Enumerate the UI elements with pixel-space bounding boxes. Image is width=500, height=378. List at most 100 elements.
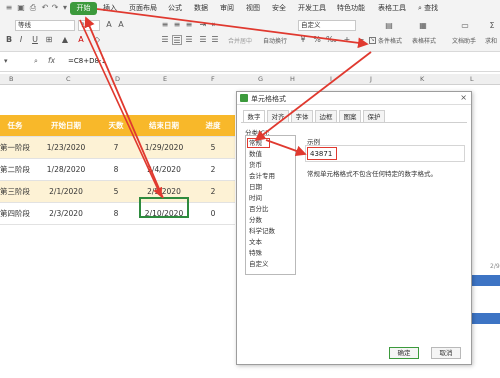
align-bottom-icon[interactable]: ≡ — [184, 20, 194, 30]
align-left-icon[interactable]: ☰ — [160, 35, 170, 45]
bold-icon[interactable]: B — [4, 35, 14, 45]
fx-label[interactable]: fx — [48, 56, 55, 65]
cell-task[interactable]: 第四阶段 — [0, 203, 30, 225]
decrease-decimal-icon[interactable]: − — [356, 35, 366, 45]
format-dialog-launcher-icon[interactable]: ↘ — [369, 37, 376, 44]
cell-task[interactable]: 第三阶段 — [0, 181, 30, 203]
doc-assistant-button[interactable]: 文档助手 — [452, 38, 476, 46]
col-header-g[interactable]: G — [258, 75, 263, 84]
italic-icon[interactable]: I — [16, 35, 26, 45]
category-number[interactable]: 数值 — [249, 150, 262, 159]
category-currency[interactable]: 货币 — [249, 161, 262, 170]
align-top-icon[interactable]: ≡ — [160, 20, 170, 30]
tab-review[interactable]: 审阅 — [220, 3, 234, 13]
chart-bar[interactable] — [472, 275, 500, 286]
currency-icon[interactable]: ¥ — [298, 35, 308, 45]
percent-icon[interactable]: % — [312, 35, 322, 45]
cell-task[interactable]: 第一阶段 — [0, 137, 30, 159]
cell-start-date[interactable]: 1/28/2020 — [36, 159, 96, 181]
col-header-d[interactable]: D — [115, 75, 120, 84]
header-days[interactable]: 天数 — [96, 115, 136, 137]
indent-icon[interactable]: ⇥ — [198, 20, 208, 30]
col-header-j[interactable]: J — [370, 75, 372, 84]
thousands-icon[interactable]: ‰ — [326, 35, 337, 45]
print-icon[interactable]: ⎙ — [28, 3, 38, 13]
tab-developer[interactable]: 开发工具 — [298, 3, 326, 13]
increase-decimal-icon[interactable]: + — [342, 35, 352, 45]
tab-pattern[interactable]: 图案 — [339, 110, 361, 122]
font-name-select[interactable]: 等线 — [15, 20, 75, 31]
more-icon[interactable]: ▾ — [60, 3, 70, 13]
cell-days[interactable]: 5 — [96, 181, 136, 203]
menu-icon[interactable]: ≡ — [4, 3, 14, 13]
doc-assistant-icon[interactable]: ▭ — [460, 21, 470, 31]
cell-end-date[interactable]: 1/29/2020 — [136, 137, 192, 159]
merge-center-button[interactable]: 合并居中 — [228, 38, 252, 46]
grow-font-icon[interactable]: A — [104, 20, 114, 30]
zoom-icon[interactable]: ⌕ — [34, 57, 38, 66]
category-list[interactable]: 常规 数值 货币 会计专用 日期 时间 百分比 分数 科学记数 文本 特殊 自定… — [245, 135, 296, 275]
redo-icon[interactable]: ↷ — [50, 3, 60, 13]
namebox-dropdown-icon[interactable]: ▾ — [4, 57, 8, 65]
tab-alignment[interactable]: 对齐 — [267, 110, 289, 122]
category-percentage[interactable]: 百分比 — [249, 205, 269, 214]
align-center-icon[interactable]: ☰ — [172, 35, 182, 45]
category-fraction[interactable]: 分数 — [249, 216, 262, 225]
font-color-icon[interactable]: A — [76, 35, 86, 45]
close-icon[interactable]: × — [460, 93, 467, 102]
col-header-h[interactable]: H — [290, 75, 295, 84]
category-time[interactable]: 时间 — [249, 194, 262, 203]
cell-progress[interactable]: 0 — [192, 203, 234, 225]
search-button[interactable]: ⌕ 查找 — [418, 3, 438, 13]
cell-days[interactable]: 7 — [96, 137, 136, 159]
formula-input[interactable]: =C8+D8-1 — [68, 57, 106, 65]
cell-start-date[interactable]: 2/3/2020 — [36, 203, 96, 225]
conditional-format-button[interactable]: 条件格式 — [378, 38, 402, 46]
category-scientific[interactable]: 科学记数 — [249, 227, 275, 236]
number-format-select[interactable]: 自定义 — [298, 20, 356, 31]
fill-color-icon[interactable]: ▲ — [60, 35, 70, 45]
cell-end-date[interactable]: 2/4/2020 — [136, 159, 192, 181]
col-header-b[interactable]: B — [9, 75, 13, 84]
border-icon[interactable]: ⊞ — [44, 35, 54, 45]
cell-progress[interactable]: 5 — [192, 137, 234, 159]
col-header-l[interactable]: L — [470, 75, 474, 84]
sum-icon[interactable]: Σ — [487, 21, 497, 31]
save-icon[interactable]: ▣ — [16, 3, 26, 13]
table-style-icon[interactable]: ▦ — [418, 21, 428, 31]
underline-icon[interactable]: U — [30, 35, 40, 45]
conditional-format-icon[interactable]: ▤ — [384, 21, 394, 31]
col-header-k[interactable]: K — [420, 75, 424, 84]
tab-page-layout[interactable]: 页面布局 — [129, 3, 157, 13]
col-header-f[interactable]: F — [211, 75, 215, 84]
distributed-icon[interactable]: ☰ — [210, 35, 220, 45]
cell-task[interactable]: 第二阶段 — [0, 159, 30, 181]
wrap-text-button[interactable]: 自动换行 — [263, 38, 287, 46]
align-right-icon[interactable]: ☰ — [184, 35, 194, 45]
cell-start-date[interactable]: 1/23/2020 — [36, 137, 96, 159]
tab-view[interactable]: 视图 — [246, 3, 260, 13]
cell-progress[interactable]: 2 — [192, 181, 234, 203]
ok-button[interactable]: 确定 — [389, 347, 419, 359]
category-accounting[interactable]: 会计专用 — [249, 172, 275, 181]
header-start-date[interactable]: 开始日期 — [36, 115, 96, 137]
tab-font[interactable]: 字体 — [291, 110, 313, 122]
category-special[interactable]: 特殊 — [249, 249, 262, 258]
dialog-title-bar[interactable]: 单元格格式 × — [237, 92, 471, 105]
tab-features[interactable]: 特色功能 — [337, 3, 365, 13]
cell-progress[interactable]: 2 — [192, 159, 234, 181]
justify-icon[interactable]: ☰ — [198, 35, 208, 45]
tab-protection[interactable]: 保护 — [363, 110, 385, 122]
category-date[interactable]: 日期 — [249, 183, 262, 192]
col-header-i[interactable]: I — [330, 75, 332, 84]
chart-bar[interactable] — [472, 313, 500, 324]
tab-border[interactable]: 边框 — [315, 110, 337, 122]
cell-days[interactable]: 8 — [96, 159, 136, 181]
outdent-icon[interactable]: ⇤ — [210, 20, 220, 30]
eraser-icon[interactable]: ◇ — [92, 35, 102, 45]
header-end-date[interactable]: 结束日期 — [136, 115, 192, 137]
col-header-c[interactable]: C — [66, 75, 71, 84]
sum-button[interactable]: 求和 — [485, 38, 497, 46]
col-header-e[interactable]: E — [163, 75, 167, 84]
header-task[interactable]: 任务 — [0, 115, 30, 137]
